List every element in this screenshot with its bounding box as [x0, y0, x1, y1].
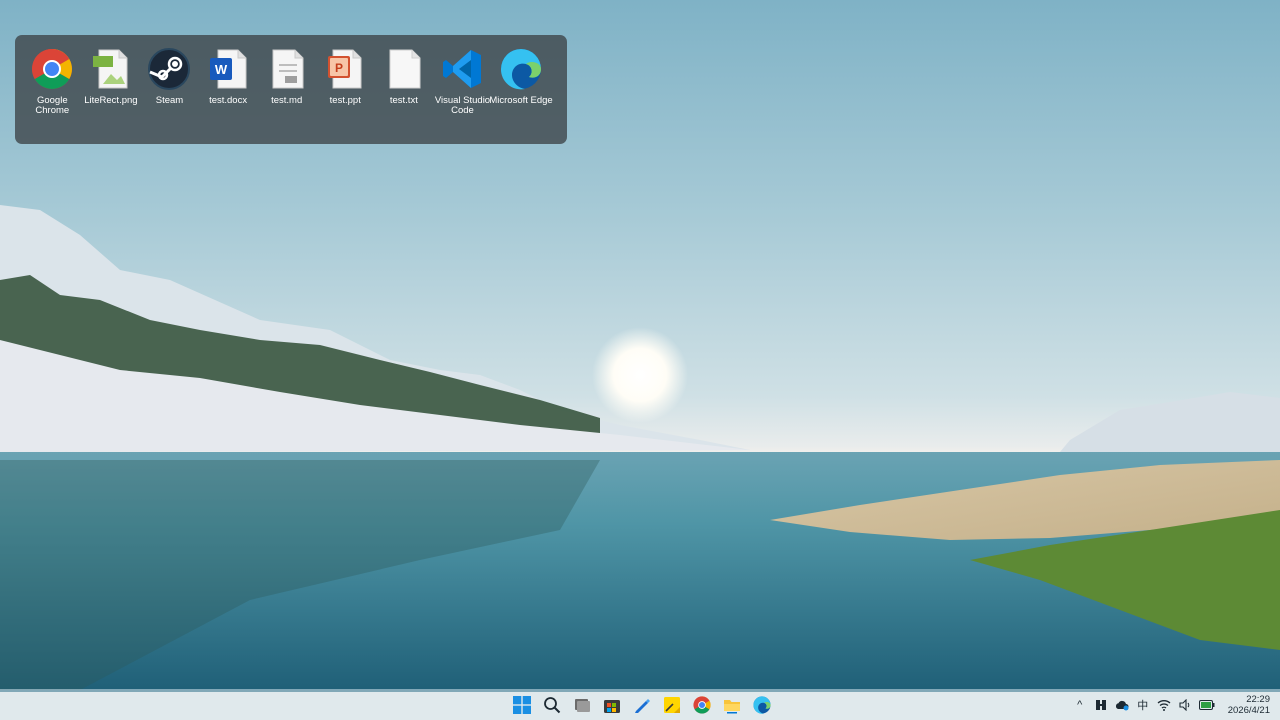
dock-item-literect-png[interactable]: LiteRect.png [82, 47, 141, 144]
file-explorer-icon [724, 700, 740, 714]
dock-item-visual-studio-code[interactable]: Visual Studio Code [433, 47, 492, 144]
svg-text:W: W [215, 62, 228, 77]
system-tray: ^ 中 22:29 2026/4/21 [1073, 689, 1270, 720]
store-icon [604, 700, 620, 713]
search-icon [544, 697, 561, 714]
markdown-file-icon [265, 47, 309, 91]
dock-item-test-ppt[interactable]: P test.ppt [316, 47, 375, 144]
clock-time: 22:29 [1246, 693, 1270, 705]
pin-icon [1095, 699, 1106, 710]
dock-item-label: test.docx [209, 95, 248, 106]
cloud-icon [1115, 700, 1129, 710]
search-button[interactable] [540, 692, 564, 718]
dock-item-label: test.txt [389, 95, 418, 106]
png-file-icon [89, 47, 133, 91]
powerpoint-file-icon: P [323, 47, 367, 91]
chrome-icon [30, 47, 74, 91]
ime-indicator[interactable]: 中 [1136, 695, 1150, 715]
desktop-icon-panel: Google Chrome LiteRect.png Steam W test.… [15, 35, 567, 144]
sticky-notes-button[interactable] [660, 692, 684, 718]
svg-text:P: P [335, 61, 343, 75]
file-explorer-button[interactable] [720, 692, 744, 718]
dock-item-microsoft-edge[interactable]: Microsoft Edge [489, 47, 553, 144]
dock-item-label: LiteRect.png [84, 95, 138, 106]
task-view-icon [575, 699, 590, 712]
text-file-icon [382, 47, 426, 91]
dock-item-steam[interactable]: Steam [140, 47, 199, 144]
dock-item-label: Visual Studio Code [434, 95, 491, 116]
pen-app-button[interactable] [630, 692, 654, 718]
start-button[interactable] [510, 692, 534, 718]
edge-icon [753, 696, 771, 714]
taskbar-clock[interactable]: 22:29 2026/4/21 [1228, 694, 1270, 716]
vscode-icon [440, 47, 484, 91]
clock-date: 2026/4/21 [1227, 704, 1270, 716]
dock-item-label: test.ppt [329, 95, 361, 106]
network-tray-icon[interactable] [1157, 695, 1171, 715]
chrome-icon [693, 696, 711, 714]
steam-icon [147, 47, 191, 91]
battery-tray-icon[interactable] [1198, 695, 1215, 715]
taskbar-edge-button[interactable] [750, 692, 774, 718]
tray-app-icon[interactable] [1094, 695, 1108, 715]
dock-item-test-txt[interactable]: test.txt [375, 47, 434, 144]
store-button[interactable] [600, 692, 624, 718]
edge-icon [499, 47, 543, 91]
dock-item-label: Google Chrome [35, 95, 70, 116]
dock-item-test-md[interactable]: test.md [257, 47, 316, 144]
speaker-icon [1179, 698, 1190, 711]
sticky-notes-icon [664, 697, 680, 713]
pen-icon [635, 699, 650, 713]
taskbar: ^ 中 22:29 2026/4/21 [0, 689, 1280, 720]
task-view-button[interactable] [570, 692, 594, 718]
dock-item-label: Microsoft Edge [489, 95, 553, 106]
battery-icon [1198, 699, 1215, 710]
dock-item-test-docx[interactable]: W test.docx [199, 47, 258, 144]
taskbar-apps [510, 692, 774, 718]
dock-item-label: Steam [155, 95, 184, 106]
show-hidden-icons-button[interactable]: ^ [1073, 695, 1087, 715]
dock-item-label: test.md [271, 95, 303, 106]
onedrive-tray-icon[interactable] [1115, 695, 1129, 715]
taskbar-chrome-button[interactable] [690, 692, 714, 718]
word-file-icon: W [206, 47, 250, 91]
wifi-icon [1157, 699, 1171, 711]
volume-tray-icon[interactable] [1178, 695, 1192, 715]
start-icon [513, 696, 531, 714]
dock-item-google-chrome[interactable]: Google Chrome [23, 47, 82, 144]
